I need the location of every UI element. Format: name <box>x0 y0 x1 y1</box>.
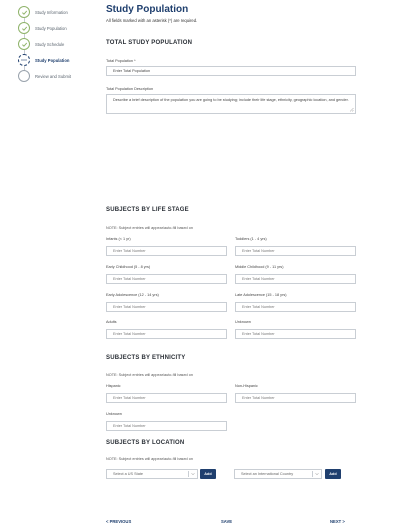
population-description-label: Total Population Description <box>106 87 154 91</box>
early-childhood-input[interactable]: Enter Total Number <box>106 274 227 284</box>
step-current[interactable]: Study Population <box>18 52 69 68</box>
early-adolescence-input[interactable]: Enter Total Number <box>106 302 227 312</box>
non-hispanic-input[interactable]: Enter Total Number <box>235 393 356 403</box>
international-country-select-value: Select an International Country <box>241 472 294 476</box>
early-adolescence-label: Early Adolescence (12 - 14 yrs) <box>106 293 159 297</box>
section-heading-ethnicity: SUBJECTS BY ETHNICITY <box>106 355 186 361</box>
check-icon <box>18 22 30 34</box>
add-country-button[interactable]: Add <box>325 469 341 479</box>
total-population-input[interactable]: Enter Total Population <box>106 66 356 76</box>
chevron-down-icon <box>191 473 195 476</box>
unknown-life-stage-label: Unknown <box>235 320 251 324</box>
middle-childhood-input[interactable]: Enter Total Number <box>235 274 356 284</box>
next-button[interactable]: NEXT > <box>330 519 345 524</box>
step-label: Study Information <box>35 9 68 15</box>
select-divider <box>188 471 189 477</box>
step-review-submit[interactable]: Review and Submit <box>18 68 71 84</box>
unknown-life-stage-input[interactable]: Enter Total Number <box>235 329 356 339</box>
infants-label: Infants (< 1 yr) <box>106 237 131 241</box>
select-divider <box>312 471 313 477</box>
late-adolescence-label: Late Adolescence (15 - 18 yrs) <box>235 293 287 297</box>
toddlers-label: Toddlers (1 - 4 yrs) <box>235 237 267 241</box>
step-label: Study Population <box>35 25 67 31</box>
pending-step-icon <box>18 70 30 82</box>
adults-label: Adults <box>106 320 117 324</box>
step-label: Study Population <box>35 57 70 63</box>
hispanic-input[interactable]: Enter Total Number <box>106 393 227 403</box>
hispanic-label: Hispanic <box>106 384 121 388</box>
check-icon <box>18 38 30 50</box>
current-step-icon <box>18 54 30 66</box>
check-icon <box>18 6 30 18</box>
us-state-select[interactable]: Select a US State <box>106 469 198 479</box>
international-country-select[interactable]: Select an International Country <box>234 469 322 479</box>
step-study-schedule[interactable]: Study Schedule <box>18 36 64 52</box>
infants-input[interactable]: Enter Total Number <box>106 246 227 256</box>
step-study-information[interactable]: Study Information <box>18 4 68 20</box>
previous-button[interactable]: < PREVIOUS <box>106 519 131 524</box>
section-heading-total: TOTAL STUDY POPULATION <box>106 40 193 46</box>
page-title: Study Population <box>106 4 189 15</box>
ethnicity-note: NOTE: Subject entries will appear/auto-f… <box>106 373 193 377</box>
resize-handle-icon[interactable] <box>349 107 354 112</box>
section-heading-location: SUBJECTS BY LOCATION <box>106 440 185 446</box>
section-heading-life-stage: SUBJECTS BY LIFE STAGE <box>106 207 189 213</box>
toddlers-input[interactable]: Enter Total Number <box>235 246 356 256</box>
page-subtitle: All fields marked with an asterisk (*) a… <box>106 18 198 23</box>
non-hispanic-label: Non-Hispanic <box>235 384 258 388</box>
adults-input[interactable]: Enter Total Number <box>106 329 227 339</box>
step-label: Study Schedule <box>35 41 65 47</box>
late-adolescence-input[interactable]: Enter Total Number <box>235 302 356 312</box>
step-label: Review and Submit <box>35 73 72 79</box>
location-note: NOTE: Subject entries will appear/auto-f… <box>106 457 193 461</box>
total-population-label: Total Population * <box>106 59 136 63</box>
middle-childhood-label: Middle Childhood (9 - 11 yrs) <box>235 265 284 269</box>
chevron-down-icon <box>315 473 319 476</box>
save-button[interactable]: SAVE <box>221 519 232 524</box>
unknown-ethnicity-input[interactable]: Enter Total Number <box>106 421 227 431</box>
add-us-state-button[interactable]: Add <box>200 469 216 479</box>
progress-stepper: Study Information Study Population Study… <box>0 0 96 531</box>
us-state-select-value: Select a US State <box>113 472 143 476</box>
step-study-population[interactable]: Study Population <box>18 20 67 36</box>
unknown-ethnicity-label: Unknown <box>106 412 122 416</box>
population-description-text: Describe a brief description of the popu… <box>113 98 349 102</box>
population-description-textarea[interactable]: Describe a brief description of the popu… <box>106 94 356 114</box>
early-childhood-label: Early Childhood (5 - 8 yrs) <box>106 265 151 269</box>
life-stage-note: NOTE: Subject entries will appear/auto-f… <box>106 226 193 230</box>
